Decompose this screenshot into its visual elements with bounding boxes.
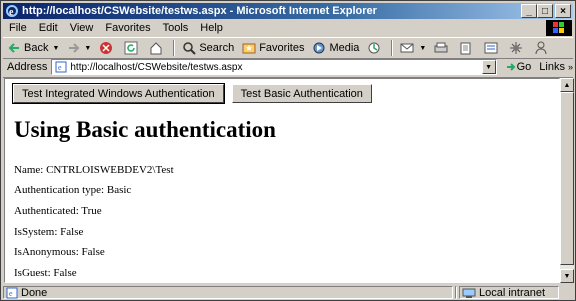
vertical-scrollbar[interactable]: ▲ ▼	[560, 78, 574, 283]
favorites-icon	[242, 43, 256, 54]
media-button[interactable]: Media	[308, 39, 363, 57]
forward-arrow-icon	[69, 43, 80, 53]
menu-help[interactable]: Help	[194, 22, 229, 34]
scroll-thumb[interactable]	[560, 92, 574, 265]
status-text: Done	[21, 286, 48, 299]
messenger-icon	[535, 41, 547, 55]
menu-bar: File Edit View Favorites Tools Help	[3, 20, 573, 36]
status-segment	[455, 286, 457, 299]
title-bar[interactable]: e http://localhost/CSWebsite/testws.aspx…	[3, 3, 573, 19]
info-authenticated: Authenticated: True	[14, 205, 102, 217]
back-button[interactable]: Back ▼	[3, 39, 63, 57]
edit-icon	[460, 42, 471, 55]
home-icon	[150, 42, 162, 55]
media-icon	[313, 42, 325, 54]
menu-file[interactable]: File	[3, 22, 33, 34]
info-isanonymous: IsAnonymous: False	[14, 246, 105, 258]
status-bar: e Done Local intranet	[3, 285, 573, 300]
print-button[interactable]	[430, 39, 455, 57]
test-basic-auth-button[interactable]: Test Basic Authentication	[231, 84, 372, 103]
refresh-icon	[124, 41, 138, 55]
back-dropdown-icon[interactable]: ▼	[52, 45, 59, 52]
history-icon	[368, 42, 380, 54]
menu-tools[interactable]: Tools	[157, 22, 195, 34]
print-icon	[434, 42, 448, 53]
edit-button[interactable]	[455, 39, 480, 57]
page-heading: Using Basic authentication	[14, 117, 276, 142]
svg-text:e: e	[9, 7, 14, 18]
discuss-icon	[484, 42, 498, 54]
back-label: Back	[24, 42, 49, 54]
svg-text:e: e	[9, 289, 13, 298]
stop-icon	[100, 42, 113, 54]
page-icon: e	[55, 61, 67, 73]
address-bar: Address e http://localhost/CSWebsite/tes…	[3, 57, 573, 78]
discuss-button[interactable]	[480, 39, 505, 57]
windows-logo-icon	[546, 20, 572, 36]
refresh-button[interactable]	[120, 39, 145, 57]
menu-edit[interactable]: Edit	[33, 22, 64, 34]
search-label: Search	[199, 42, 235, 54]
address-label: Address	[7, 61, 48, 73]
go-label: Go	[516, 61, 532, 73]
research-icon	[510, 42, 523, 54]
history-button[interactable]	[363, 39, 388, 57]
maximize-button[interactable]: □	[537, 4, 553, 18]
stop-button[interactable]	[95, 39, 120, 57]
window-title: http://localhost/CSWebsite/testws.aspx -…	[22, 5, 377, 17]
go-arrow-icon	[506, 63, 516, 71]
standard-toolbar: Back ▼ ▼ Search Favorites Media ▼	[3, 37, 573, 59]
minimize-button[interactable]: _	[521, 4, 537, 18]
scroll-up-icon[interactable]: ▲	[560, 78, 574, 92]
back-arrow-icon	[8, 43, 19, 53]
address-url: http://localhost/CSWebsite/testws.aspx	[70, 61, 243, 73]
info-auth-type: Authentication type: Basic	[14, 184, 132, 196]
toolbar-separator	[173, 40, 176, 56]
intranet-zone-icon	[462, 288, 476, 298]
links-chevron-icon[interactable]: »	[568, 62, 573, 72]
favorites-label: Favorites	[259, 42, 305, 54]
page-content: Test Integrated Windows Authentication T…	[4, 78, 560, 283]
close-button[interactable]: ×	[555, 4, 571, 18]
links-button[interactable]: Links	[539, 61, 565, 73]
favorites-button[interactable]: Favorites	[238, 39, 308, 57]
search-icon	[183, 42, 197, 55]
browser-window: e http://localhost/CSWebsite/testws.aspx…	[0, 0, 576, 301]
address-input[interactable]: e http://localhost/CSWebsite/testws.aspx…	[51, 59, 497, 75]
test-integrated-windows-auth-button[interactable]: Test Integrated Windows Authentication	[12, 83, 225, 104]
svg-text:e: e	[58, 63, 62, 72]
forward-dropdown-icon[interactable]: ▼	[84, 45, 91, 52]
address-dropdown-icon[interactable]: ▼	[481, 60, 496, 74]
page-done-icon: e	[6, 287, 18, 298]
home-button[interactable]	[145, 39, 170, 57]
scroll-down-icon[interactable]: ▼	[560, 269, 574, 283]
info-isguest: IsGuest: False	[14, 267, 77, 279]
go-button[interactable]: Go	[505, 61, 532, 73]
toolbar-separator	[391, 40, 394, 56]
mail-dropdown-icon[interactable]: ▼	[419, 45, 426, 52]
search-button[interactable]: Search	[178, 39, 238, 57]
ie-icon: e	[6, 5, 18, 18]
info-name: Name: CNTRLOISWEBDEV2\Test	[14, 164, 174, 176]
zone-label: Local intranet	[479, 286, 546, 299]
research-button[interactable]	[505, 39, 530, 57]
menu-view[interactable]: View	[64, 22, 100, 34]
media-label: Media	[329, 42, 360, 54]
mail-button[interactable]: ▼	[396, 39, 430, 57]
menu-favorites[interactable]: Favorites	[99, 22, 156, 34]
forward-button[interactable]: ▼	[63, 39, 95, 57]
mail-icon	[400, 43, 414, 53]
messenger-button[interactable]	[530, 39, 555, 57]
info-issystem: IsSystem: False	[14, 226, 84, 238]
